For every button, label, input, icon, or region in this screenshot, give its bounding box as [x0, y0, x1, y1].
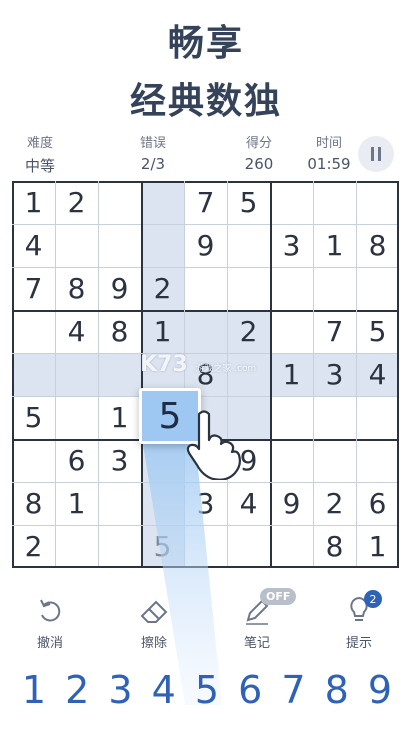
eraser-icon [140, 600, 168, 623]
number-pad: 123456789 [14, 668, 400, 712]
numpad-key-3[interactable]: 3 [101, 668, 141, 712]
tool-label: 提示 [345, 636, 372, 651]
numpad-key-7[interactable]: 7 [274, 668, 314, 712]
undo-button[interactable]: 撤消 [15, 592, 85, 651]
undo-icon [40, 599, 61, 622]
tool-label: 撤消 [36, 636, 63, 651]
erase-button[interactable]: 擦除 [119, 592, 189, 651]
hint-count-badge: 2 [364, 590, 382, 608]
numpad-key-6[interactable]: 6 [230, 668, 270, 712]
numpad-key-8[interactable]: 8 [317, 668, 357, 712]
notes-button[interactable]: 笔记 OFF [222, 588, 297, 651]
watermark-logo: K73 游戏之家 .com [140, 352, 257, 377]
numpad-key-2[interactable]: 2 [57, 668, 97, 712]
numpad-key-1[interactable]: 1 [14, 668, 54, 712]
tool-label: 擦除 [140, 636, 167, 651]
numpad-key-5[interactable]: 5 [187, 668, 227, 712]
notes-off-badge: OFF [260, 588, 297, 605]
numpad-key-4[interactable]: 4 [144, 668, 184, 712]
numpad-key-9[interactable]: 9 [360, 668, 400, 712]
pointing-hand-icon [186, 410, 241, 480]
hint-button[interactable]: 提示 2 [324, 590, 394, 651]
tool-label: 笔记 [243, 636, 270, 651]
